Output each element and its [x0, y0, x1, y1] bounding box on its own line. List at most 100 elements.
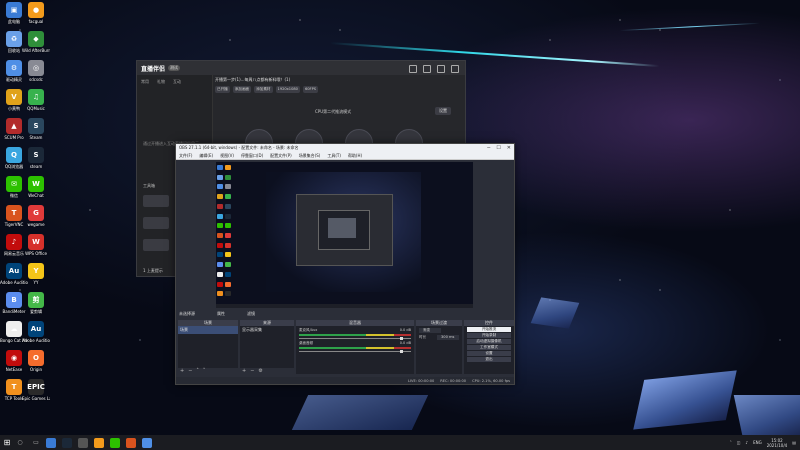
- clock[interactable]: 15:02 2021/10/4: [767, 438, 788, 448]
- close-icon[interactable]: [451, 65, 459, 73]
- menu-tools[interactable]: 工具(T): [327, 153, 341, 159]
- desktop-icon[interactable]: W WeChat: [22, 176, 50, 198]
- virtual-camera-button[interactable]: 启动虚拟摄像机: [467, 339, 511, 344]
- maximize-icon[interactable]: ☐: [496, 145, 500, 151]
- tab-gifts[interactable]: 礼物: [157, 79, 165, 85]
- menu-icon[interactable]: [423, 65, 431, 73]
- obs-icon[interactable]: [78, 437, 88, 448]
- scenes-footer: + − ˄ ˅: [178, 368, 238, 374]
- search-icon[interactable]: ○: [14, 435, 26, 450]
- wechat-icon[interactable]: [110, 437, 120, 448]
- chevron-up-icon[interactable]: ˄: [730, 440, 732, 445]
- desktop-icon[interactable]: ♫ QQMusic: [22, 89, 50, 111]
- task-view-icon[interactable]: ▭: [30, 435, 42, 450]
- sidebar-tabs: 常用 礼物 互动: [137, 75, 212, 89]
- volume-slider[interactable]: [299, 337, 411, 340]
- desktop-icon[interactable]: ◎ sdcsdc: [22, 60, 50, 82]
- captured-icon: [225, 213, 231, 219]
- captured-icon: [225, 252, 231, 258]
- menu-scene-collection[interactable]: 场景集合(S): [299, 153, 321, 159]
- tool-button[interactable]: [143, 239, 169, 251]
- bottom-note: 1 上麦提示: [143, 268, 163, 273]
- add-icon[interactable]: +: [242, 368, 246, 374]
- captured-icon: [225, 165, 231, 170]
- tab-interact[interactable]: 互动: [173, 79, 181, 85]
- scenes-dock: 场景 场景 + − ˄ ˅: [178, 320, 238, 374]
- tool-button[interactable]: [143, 217, 169, 229]
- streaming-app-icon[interactable]: [94, 437, 104, 448]
- duration-input[interactable]: 300 ms: [437, 335, 459, 340]
- obs-window[interactable]: OBS 27.1.1 (64-bit, windows) - 配置文件: 未命名…: [175, 143, 515, 385]
- tool-button[interactable]: [143, 195, 169, 207]
- menu-profile[interactable]: 配置文件(P): [270, 153, 292, 159]
- app-icon: ▣: [6, 2, 22, 18]
- desktop-icon[interactable]: Gwegame: [22, 205, 50, 227]
- language-indicator[interactable]: ENG: [753, 440, 762, 445]
- studio-mode-button[interactable]: 工作室模式: [467, 345, 511, 350]
- sources-dock: 来源 显示器采集 + − ⚙: [240, 320, 294, 374]
- settings-button[interactable]: 设置: [467, 351, 511, 356]
- app-icon: ♫: [28, 89, 44, 105]
- menu-edit[interactable]: 编辑(E): [199, 153, 213, 159]
- captured-icon: [225, 194, 231, 200]
- menu-help[interactable]: 帮助(H): [348, 153, 362, 159]
- explorer-icon[interactable]: [46, 437, 56, 448]
- desktop-icon-label: Epic Games Launcher: [22, 396, 50, 401]
- channel-db: 0.0 dB: [399, 341, 411, 345]
- notification-icon[interactable]: ▤: [792, 440, 796, 445]
- desktop-icon[interactable]: 剪爱剪辑: [22, 292, 50, 314]
- desktop-icon[interactable]: Au Adobe Audition: [22, 321, 50, 343]
- obs-titlebar[interactable]: OBS 27.1.1 (64-bit, windows) - 配置文件: 未命名…: [176, 144, 514, 152]
- menu-file[interactable]: 文件(F): [179, 153, 192, 159]
- badge[interactable]: 添加画面: [232, 86, 252, 93]
- windows-start-icon[interactable]: ⊞: [0, 435, 14, 450]
- captured-icon: [217, 281, 223, 287]
- start-recording-button[interactable]: 开始录制: [467, 333, 511, 338]
- steam-icon[interactable]: [62, 437, 72, 448]
- gear-icon[interactable]: ⚙: [258, 368, 262, 374]
- start-streaming-button[interactable]: 开始推流: [467, 327, 511, 332]
- scene-item[interactable]: 场景: [178, 326, 238, 334]
- properties-button[interactable]: 属性: [217, 311, 225, 317]
- badge[interactable]: 已开播: [215, 86, 230, 93]
- transition-select[interactable]: 渐变: [419, 328, 441, 333]
- remove-icon[interactable]: −: [188, 368, 192, 374]
- app-icon: ●: [28, 2, 44, 18]
- minimize-icon[interactable]: ─: [487, 145, 490, 151]
- browser-icon[interactable]: [142, 437, 152, 448]
- desktop-icon[interactable]: ● facgual: [22, 2, 50, 24]
- captured-icon: [225, 291, 231, 297]
- filters-button[interactable]: 滤镜: [247, 311, 255, 317]
- menu-view[interactable]: 视图(V): [220, 153, 234, 159]
- desktop-icon[interactable]: ◆Wild AfterBurner: [22, 31, 50, 53]
- source-item[interactable]: 显示器采集: [240, 326, 294, 334]
- captured-icon: [225, 262, 231, 268]
- source-toolbar: 未选择源 属性 滤镜: [176, 310, 517, 318]
- desktop-icon[interactable]: S Steam: [22, 118, 50, 140]
- volume-slider[interactable]: [299, 350, 411, 353]
- add-icon[interactable]: +: [180, 368, 184, 374]
- exit-button[interactable]: 退出: [467, 357, 511, 362]
- up-icon[interactable]: ˄: [196, 368, 199, 374]
- settings-button[interactable]: 设置: [435, 107, 451, 115]
- close-icon[interactable]: ✕: [507, 145, 511, 151]
- channel-name: 桌面音频: [299, 341, 313, 345]
- desktop-icon[interactable]: O Origin: [22, 350, 50, 372]
- obs-preview-canvas[interactable]: [216, 162, 473, 305]
- skin-icon[interactable]: [409, 65, 417, 73]
- sources-footer: + − ⚙: [240, 368, 294, 374]
- desktop-icon[interactable]: Ssteam: [22, 147, 50, 169]
- network-icon[interactable]: ◫: [737, 440, 741, 445]
- volume-icon[interactable]: ♪: [746, 440, 749, 445]
- app-icon[interactable]: [126, 437, 136, 448]
- menu-docks[interactable]: 停靠窗口(D): [241, 153, 263, 159]
- desktop-icon[interactable]: EPICEpic Games Launcher: [22, 379, 50, 401]
- desktop-icon[interactable]: W WPS Office: [22, 234, 50, 256]
- badge[interactable]: 添加素材: [254, 86, 273, 93]
- down-icon[interactable]: ˅: [203, 368, 206, 374]
- minimize-icon[interactable]: [437, 65, 445, 73]
- tab-common[interactable]: 常用: [141, 79, 149, 85]
- desktop-icon[interactable]: Y YY: [22, 263, 50, 285]
- remove-icon[interactable]: −: [250, 368, 254, 374]
- captured-icon: [217, 242, 223, 248]
